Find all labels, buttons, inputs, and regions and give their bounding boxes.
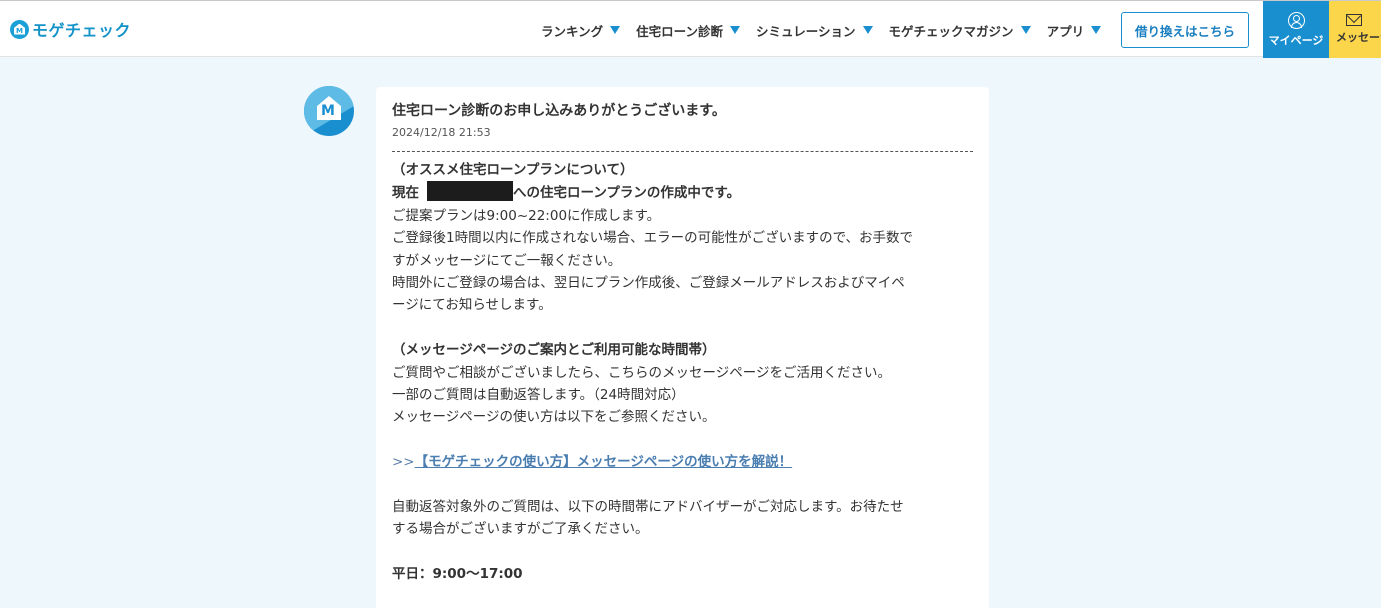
message-card: 住宅ローン診断のお申し込みありがとうございます。 2024/12/18 21:5… — [376, 87, 989, 608]
body-line: 自動返答対象外のご質問は、以下の時間帯にアドバイザーがご対応します。お待たせ — [392, 499, 904, 516]
nav-item-label: アプリ — [1046, 23, 1085, 39]
body-line: メッセージページの使い方は以下をご参照ください。 — [392, 409, 716, 426]
link-prefix: >> — [392, 454, 415, 471]
divider — [392, 151, 973, 152]
message-body: （オススメ住宅ローンプランについて） 現在 への住宅ローンプランの作成中です。 ご… — [392, 159, 973, 586]
status-prefix: 現在 — [392, 185, 419, 202]
nav-item-magazine[interactable]: モゲチェックマガジン — [889, 21, 1031, 40]
nav-item-label: 住宅ローン診断 — [636, 23, 724, 39]
refinance-button[interactable]: 借り換えはこちら — [1121, 12, 1249, 48]
body-line: ご質問やご相談がございましたら、こちらのメッセージページをご活用ください。 — [392, 364, 891, 381]
message-guide-link[interactable]: 【モゲチェックの使い方】メッセージページの使い方を解説！ — [415, 454, 792, 470]
caret-down-icon — [1020, 26, 1031, 34]
body-line: ージにてお知らせします。 — [392, 297, 552, 314]
redacted-block — [427, 181, 513, 202]
message-label: メッセージ — [1336, 31, 1381, 44]
logo-text: モゲチェック — [32, 21, 132, 40]
body-line: 一部のご質問は自動返答します。（24時間対応） — [392, 387, 685, 404]
logo-house-icon: M — [10, 19, 29, 39]
body-line: 時間外にご登録の場合は、翌日にプラン作成後、ご登録メールアドレスおよびマイペ — [392, 275, 905, 292]
mail-icon — [1346, 14, 1362, 26]
body-line: ご登録後1時間以内に作成されない場合、エラーの可能性がございますので、お手数で — [392, 230, 914, 247]
caret-down-icon — [610, 26, 621, 34]
sender-avatar: M — [304, 86, 354, 136]
caret-down-icon — [1091, 26, 1102, 34]
section-heading: （メッセージページのご案内とご利用可能な時間帯） — [392, 342, 716, 359]
status-line: 現在 への住宅ローンプランの作成中です。 — [392, 181, 973, 204]
body-line: すがメッセージにてご一報ください。 — [392, 252, 622, 269]
message-button[interactable]: メッセージ — [1329, 1, 1381, 58]
guide-link-line: >>【モゲチェックの使い方】メッセージページの使い方を解説！ — [392, 451, 973, 473]
body-line: ご提案プランは9:00~22:00に作成します。 — [392, 207, 661, 224]
section-heading: （オススメ住宅ローンプランについて） — [392, 162, 634, 178]
caret-down-icon — [862, 26, 873, 34]
weekday-hours: 平日：9:00〜17:00 — [392, 566, 523, 583]
nav-item-ranking[interactable]: ランキング — [541, 21, 621, 40]
main-nav: ランキング 住宅ローン診断 シミュレーション モゲチェックマガジン アプリ — [541, 20, 1117, 40]
nav-item-label: モゲチェックマガジン — [888, 23, 1014, 39]
site-header: M モゲチェック ランキング 住宅ローン診断 シミュレーション モゲチェックマガ… — [0, 0, 1381, 58]
site-logo[interactable]: M モゲチェック — [10, 18, 131, 40]
mypage-button[interactable]: マイページ — [1263, 1, 1329, 58]
body-line: する場合がございますがご了承ください。 — [392, 521, 649, 538]
caret-down-icon — [730, 26, 741, 34]
nav-item-simulation[interactable]: シミュレーション — [756, 21, 873, 40]
nav-item-app[interactable]: アプリ — [1047, 21, 1102, 40]
user-icon — [1287, 11, 1305, 29]
message-date: 2024/12/18 21:53 — [392, 126, 491, 139]
status-suffix: への住宅ローンプランの作成中です。 — [513, 185, 741, 202]
nav-item-label: ランキング — [541, 23, 604, 39]
mypage-label: マイページ — [1268, 33, 1324, 47]
message-title: 住宅ローン診断のお申し込みありがとうございます。 — [392, 103, 726, 119]
nav-item-loan-diagnosis[interactable]: 住宅ローン診断 — [636, 21, 741, 40]
nav-item-label: シミュレーション — [756, 23, 856, 39]
